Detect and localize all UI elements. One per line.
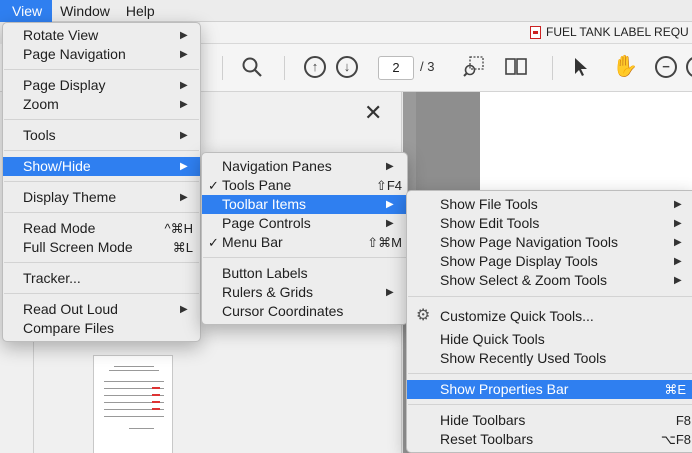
document-tab-bar: FUEL TANK LABEL REQU — [200, 22, 692, 44]
toolbar-divider — [552, 56, 553, 80]
menu-item-full-screen-mode[interactable]: Full Screen Mode ⌘L — [3, 238, 200, 257]
toolbar-items-submenu: Show File Tools ▶ Show Edit Tools ▶ Show P… — [406, 190, 692, 453]
menu-item-tools[interactable]: Tools ▶ — [3, 126, 200, 145]
pdf-file-icon — [530, 25, 541, 39]
page-number-input[interactable]: 2 — [378, 56, 414, 80]
menu-item-read-out-loud[interactable]: Read Out Loud ▶ — [3, 300, 200, 319]
menu-item-cursor-coordinates[interactable]: Cursor Coordinates — [202, 302, 407, 321]
menu-separator — [408, 296, 692, 297]
menu-item-page-controls[interactable]: Page Controls ▶ — [202, 214, 407, 233]
zoom-out-icon[interactable]: − — [655, 56, 677, 78]
menu-item-show-select-zoom-tools[interactable]: Show Select & Zoom Tools ▶ — [407, 271, 692, 290]
menu-item-show-properties-bar[interactable]: Show Properties Bar ⌘E — [407, 380, 692, 399]
menu-separator — [203, 257, 406, 258]
menu-item-zoom[interactable]: Zoom ▶ — [3, 95, 200, 114]
menu-item-hide-quick-tools[interactable]: Hide Quick Tools — [407, 330, 692, 349]
zoom-in-icon[interactable]: + — [686, 56, 692, 78]
menu-item-tools-pane[interactable]: ✓ Tools Pane ⇧F4 — [202, 176, 407, 195]
menu-item-reset-toolbars[interactable]: Reset Toolbars ⌥F8 — [407, 430, 692, 449]
show-hide-submenu: Navigation Panes ▶ ✓ Tools Pane ⇧F4 Toolbar… — [201, 152, 408, 325]
menu-separator — [408, 373, 692, 374]
next-page-icon[interactable]: ↓ — [336, 56, 358, 78]
page-thumbnail[interactable] — [93, 355, 173, 453]
menu-item-tracker[interactable]: Tracker... — [3, 269, 200, 288]
menu-item-display-theme[interactable]: Display Theme ▶ — [3, 188, 200, 207]
menu-item-show-page-display-tools[interactable]: Show Page Display Tools ▶ — [407, 252, 692, 271]
menu-view[interactable]: View — [0, 0, 53, 22]
gear-icon: ⚙ — [416, 307, 431, 324]
document-title[interactable]: FUEL TANK LABEL REQU — [530, 25, 689, 39]
menu-item-show-hide[interactable]: Show/Hide ▶ — [3, 157, 200, 176]
menu-item-compare-files[interactable]: Compare Files — [3, 319, 200, 338]
menu-separator — [4, 181, 199, 182]
select-arrow-icon[interactable] — [570, 56, 592, 78]
view-menu: Rotate View ▶ Page Navigation ▶ Page Displ… — [2, 22, 201, 342]
menu-bar: View Window Help — [0, 0, 692, 22]
close-icon[interactable]: ✕ — [364, 100, 382, 126]
toolbar-divider — [222, 56, 223, 80]
menu-item-show-recently-used-tools[interactable]: Show Recently Used Tools — [407, 349, 692, 368]
menu-item-menu-bar[interactable]: ✓ Menu Bar ⇧⌘M — [202, 233, 407, 252]
toolbar-divider — [284, 56, 285, 80]
menu-separator — [4, 150, 199, 151]
menu-separator — [4, 69, 199, 70]
menu-item-read-mode[interactable]: Read Mode ^⌘H — [3, 219, 200, 238]
pane-divider — [33, 340, 34, 453]
menu-separator — [4, 262, 199, 263]
menu-separator — [408, 404, 692, 405]
menu-item-show-edit-tools[interactable]: Show Edit Tools ▶ — [407, 214, 692, 233]
menu-item-navigation-panes[interactable]: Navigation Panes ▶ — [202, 157, 407, 176]
marquee-zoom-icon[interactable] — [463, 56, 485, 78]
document-title-text: FUEL TANK LABEL REQU — [546, 25, 689, 39]
hand-tool-icon[interactable]: ✋ — [612, 56, 638, 78]
checkmark-icon: ✓ — [208, 178, 219, 193]
menu-item-customize-quick-tools[interactable]: ⚙ Customize Quick Tools... — [407, 307, 692, 326]
menu-item-rulers-grids[interactable]: Rulers & Grids ▶ — [202, 283, 407, 302]
menu-item-page-display[interactable]: Page Display ▶ — [3, 76, 200, 95]
menu-item-show-file-tools[interactable]: Show File Tools ▶ — [407, 195, 692, 214]
menu-separator — [4, 293, 199, 294]
menu-item-rotate-view[interactable]: Rotate View ▶ — [3, 26, 200, 45]
menu-item-show-page-navigation-tools[interactable]: Show Page Navigation Tools ▶ — [407, 233, 692, 252]
menu-item-page-navigation[interactable]: Page Navigation ▶ — [3, 45, 200, 64]
menu-item-hide-toolbars[interactable]: Hide Toolbars F8 — [407, 411, 692, 430]
menu-help[interactable]: Help — [118, 0, 163, 22]
menu-item-toolbar-items[interactable]: Toolbar Items ▶ — [202, 195, 407, 214]
checkmark-icon: ✓ — [208, 235, 219, 250]
document-margin — [416, 92, 480, 192]
previous-page-icon[interactable]: ↑ — [304, 56, 326, 78]
menu-window[interactable]: Window — [52, 0, 118, 22]
menu-item-button-labels[interactable]: Button Labels — [202, 264, 407, 283]
menu-separator — [4, 212, 199, 213]
menu-separator — [4, 119, 199, 120]
search-icon[interactable] — [241, 56, 263, 78]
page-layout-icon[interactable] — [505, 56, 527, 78]
document-page — [480, 92, 692, 192]
page-total: / 3 — [420, 59, 435, 74]
